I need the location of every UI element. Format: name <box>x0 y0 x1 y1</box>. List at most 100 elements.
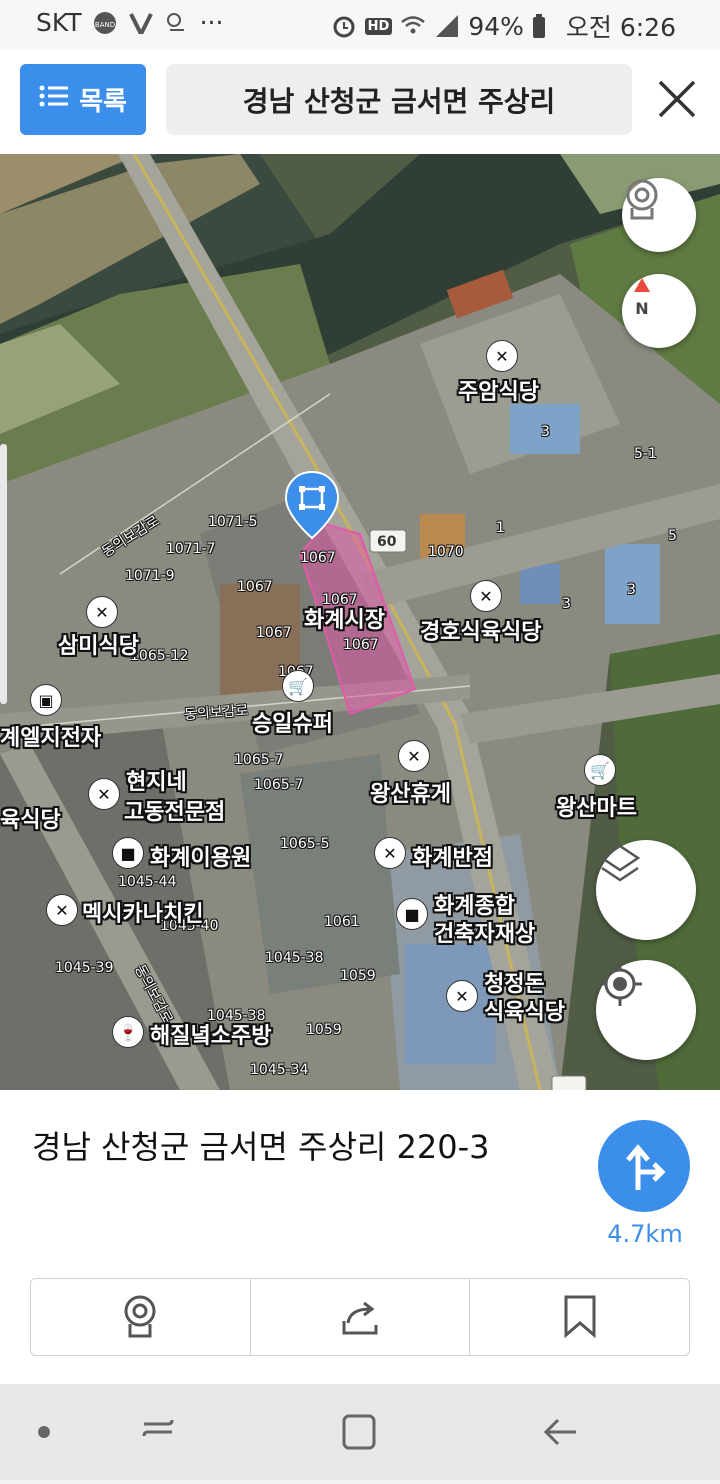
poi-label[interactable]: 왕산휴게 <box>370 776 451 808</box>
poi-label[interactable]: 화계이용원 <box>150 840 251 872</box>
poi-label[interactable]: 멕시카나치킨 <box>82 896 203 928</box>
marker-lot-label: 1067 <box>300 550 336 566</box>
lot-number: 1067 <box>237 579 273 595</box>
lot-number: 1067 <box>343 637 379 653</box>
shopping-cart-icon: 🛒 <box>282 670 314 702</box>
carrier-label: SKT <box>36 8 82 37</box>
distance-label: 4.7km <box>607 1220 683 1248</box>
layers-icon <box>599 844 641 882</box>
lot-number: 5 <box>668 528 677 544</box>
restaurant-icon: ✕ <box>398 740 430 772</box>
lot-number: 1061 <box>324 914 360 930</box>
restaurant-icon: ✕ <box>446 980 478 1012</box>
recent-apps-icon[interactable] <box>142 1419 174 1437</box>
back-arrow-icon[interactable] <box>543 1418 576 1446</box>
list-button-label: 목록 <box>79 87 127 117</box>
poi-label[interactable]: 주암식당 <box>458 374 539 406</box>
roadview-action-button[interactable] <box>31 1279 251 1355</box>
search-input[interactable]: 경남 산청군 금서면 주상리 <box>166 64 632 135</box>
shopping-bag-icon: ▣ <box>30 684 62 716</box>
battery-percent: 94% <box>468 11 524 41</box>
lot-number: 1065-5 <box>280 836 330 852</box>
search-query-text: 경남 산청군 금서면 주상리 <box>242 84 556 118</box>
close-icon <box>658 80 696 118</box>
restaurant-icon: ✕ <box>374 837 406 869</box>
poi-label[interactable]: 건축자재상 <box>434 916 535 948</box>
directions-arrow-icon <box>626 1144 666 1190</box>
system-nav-bar <box>0 1384 720 1480</box>
action-bar <box>30 1278 690 1356</box>
lot-number: 1071-7 <box>166 541 216 557</box>
poi-label[interactable]: 식육식당 <box>484 994 565 1026</box>
bookmark-icon <box>564 1295 596 1339</box>
lot-number: 3 <box>541 424 550 440</box>
battery-icon <box>532 13 558 39</box>
bar-icon: 🍷 <box>112 1016 144 1048</box>
status-bar: SKT BAND ··· HD 94% 오전 6:26 <box>0 0 720 50</box>
compass-north-icon: N <box>634 278 650 318</box>
crosshair-icon <box>598 962 642 1006</box>
road-shield-60: 60 <box>377 534 397 550</box>
lot-number: 1059 <box>340 968 376 984</box>
clock: 오전 6:26 <box>565 13 676 42</box>
share-button[interactable] <box>251 1279 471 1355</box>
poi-label[interactable]: 해질녘소주방 <box>150 1018 271 1050</box>
lot-number: 1045-34 <box>250 1062 309 1078</box>
restaurant-icon: ✕ <box>470 580 502 612</box>
map-layers-button[interactable] <box>596 840 696 940</box>
lot-number: 1067 <box>256 625 292 641</box>
home-button-icon[interactable] <box>342 1414 376 1450</box>
lot-number: 1045-39 <box>55 960 114 976</box>
restaurant-icon: ✕ <box>486 340 518 372</box>
svg-text:BAND: BAND <box>94 21 114 29</box>
close-button[interactable] <box>652 74 702 124</box>
lot-number: 1065-7 <box>254 777 304 793</box>
poi-label[interactable]: 현지네 <box>126 764 187 796</box>
hd-voice-icon: HD <box>364 17 393 35</box>
poi-label[interactable]: 화계시장 <box>304 602 385 634</box>
lot-number: 3 <box>562 596 571 612</box>
lot-number: 3 <box>627 582 636 598</box>
poi-label[interactable]: 계엘지전자 <box>0 720 101 752</box>
location-marker[interactable] <box>284 470 340 542</box>
lot-number: 1 <box>496 520 505 536</box>
bookmark-button[interactable] <box>470 1279 689 1355</box>
svg-text:N: N <box>635 299 648 318</box>
lot-number: 5-1 <box>634 446 657 462</box>
weather-icon <box>164 10 190 36</box>
poi-label[interactable]: 고동전문점 <box>124 794 225 826</box>
place-info-panel: 경남 산청군 금서면 주상리 220-3 4.7km <box>0 1090 720 1384</box>
my-location-button[interactable] <box>596 960 696 1060</box>
restaurant-icon: ✕ <box>88 778 120 810</box>
lot-number: 1071-5 <box>208 514 258 530</box>
poi-label[interactable]: 왕산마트 <box>556 790 637 822</box>
roadview-camera-icon <box>124 1295 156 1338</box>
lot-number: 1045-38 <box>265 950 324 966</box>
poi-label[interactable]: 삼미식당 <box>58 628 139 660</box>
roadview-button[interactable] <box>622 178 696 252</box>
share-icon <box>342 1301 378 1335</box>
poi-label[interactable]: 화계반점 <box>412 840 493 872</box>
nav-dot-icon[interactable] <box>38 1426 50 1438</box>
wifi-icon <box>400 13 426 39</box>
band-icon: BAND <box>92 10 118 36</box>
search-header: 목록 경남 산청군 금서면 주상리 <box>0 50 720 154</box>
compass-button[interactable]: N <box>622 274 696 348</box>
more-notifications-icon: ··· <box>199 8 224 37</box>
vpn-icon <box>128 10 154 36</box>
shopping-cart-icon: 🛒 <box>584 754 616 786</box>
poi-label[interactable]: 육식당 <box>0 802 61 834</box>
list-button[interactable]: 목록 <box>20 64 146 135</box>
poi-label[interactable]: 승일슈퍼 <box>252 706 333 738</box>
store-icon: ■ <box>396 898 428 930</box>
lot-number: 1045-44 <box>118 874 177 890</box>
map-view[interactable]: 60 동의보감로 동의보감로 동의보감로 1071-5 1071-7 1071-… <box>0 154 720 1090</box>
map-pin-icon <box>284 470 340 540</box>
lot-number: 1070 <box>428 544 464 560</box>
lot-number: 1059 <box>306 1022 342 1038</box>
lot-number: 1071-9 <box>125 568 175 584</box>
lot-number: 1065-7 <box>234 752 284 768</box>
poi-label[interactable]: 경호식육식당 <box>420 614 541 646</box>
restaurant-icon: ✕ <box>86 596 118 628</box>
directions-button[interactable] <box>598 1120 690 1212</box>
